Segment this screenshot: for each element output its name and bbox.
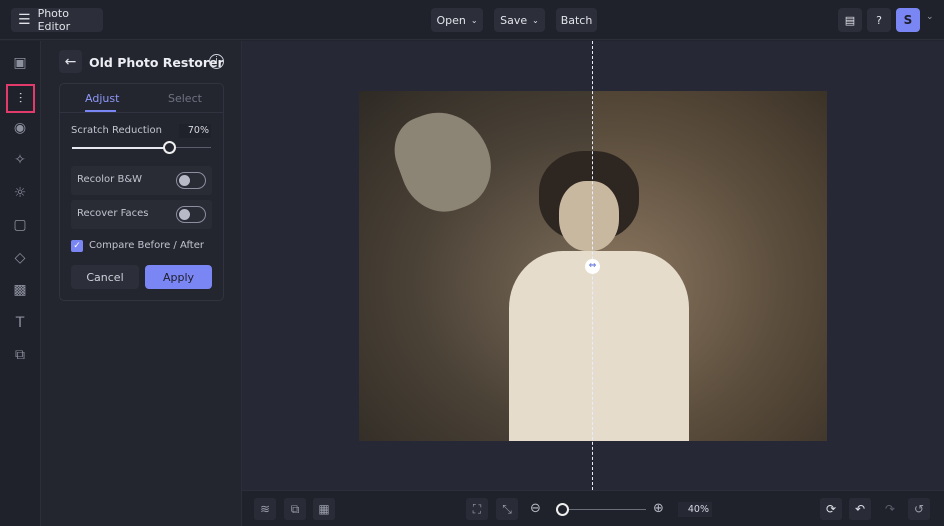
settings-card: Adjust Select Scratch Reduction 70% Reco… — [59, 83, 224, 301]
undo-icon[interactable]: ↶ — [849, 498, 871, 520]
reset-icon[interactable]: ⟳ — [820, 498, 842, 520]
tab-select[interactable]: Select — [168, 92, 202, 105]
zoom-value[interactable]: 40% — [678, 502, 712, 517]
overlay-icon[interactable]: ⧉ — [8, 343, 32, 367]
zoom-out-icon[interactable]: ⊖ — [530, 501, 541, 516]
history-icon[interactable]: ↺ — [908, 498, 930, 520]
recolor-label: Recolor B&W — [77, 174, 142, 185]
texture-icon[interactable]: ▩ — [8, 278, 32, 302]
avatar[interactable]: S — [896, 8, 920, 32]
fit-screen-icon[interactable]: ⛶ — [466, 498, 488, 520]
palette-icon[interactable]: ☼ — [8, 181, 32, 205]
info-icon[interactable]: i — [209, 54, 224, 69]
app-title: Photo Editor — [37, 7, 71, 33]
batch-button[interactable]: Batch — [556, 8, 597, 32]
canvas[interactable]: ⇔ — [242, 41, 944, 490]
chevron-down-icon: ⌄ — [470, 15, 478, 25]
scratch-slider[interactable] — [72, 141, 211, 154]
tool-rail: ▣ ⫶ ◉ ✧ ☼ ▢ ◇ ▩ T ⧉ — [0, 41, 41, 526]
redo-icon[interactable]: ↷ — [879, 498, 901, 520]
faces-label: Recover Faces — [77, 208, 149, 219]
frame-icon[interactable]: ▢ — [8, 213, 32, 237]
grid-icon[interactable]: ▦ — [313, 498, 335, 520]
zoom-slider[interactable] — [556, 503, 646, 516]
tool-panel: ← Old Photo Restorer i Adjust Select Scr… — [41, 41, 242, 526]
image-icon[interactable]: ▣ — [8, 51, 32, 75]
save-button[interactable]: Save ⌄ — [494, 8, 545, 32]
open-label: Open — [436, 13, 466, 27]
zoom-thumb[interactable] — [556, 503, 569, 516]
eye-icon[interactable]: ◉ — [8, 116, 32, 140]
feedback-icon[interactable]: ▤ — [838, 8, 862, 32]
adjust-sliders-icon[interactable]: ⫶ — [6, 84, 35, 113]
back-arrow-icon[interactable]: ← — [59, 50, 82, 73]
cancel-button[interactable]: Cancel — [71, 265, 139, 289]
scratch-value-input[interactable]: 70% — [179, 124, 211, 138]
text-icon[interactable]: T — [8, 311, 32, 335]
apply-button[interactable]: Apply — [145, 265, 212, 289]
hamburger-icon: ☰ — [18, 12, 31, 28]
faces-toggle[interactable] — [176, 206, 206, 223]
tab-underline — [85, 110, 116, 112]
recolor-row: Recolor B&W — [71, 166, 212, 195]
sparkle-icon[interactable]: ✧ — [8, 148, 32, 172]
compare-checkbox[interactable]: ✓ — [71, 240, 83, 252]
help-icon[interactable]: ? — [867, 8, 891, 32]
shapes-icon[interactable]: ◇ — [8, 246, 32, 270]
open-button[interactable]: Open ⌄ — [431, 8, 483, 32]
chevron-down-icon: ⌄ — [532, 15, 539, 25]
top-bar: ☰ Photo Editor Open ⌄ Save ⌄ Batch ▤ ? S ⌄ — [0, 0, 944, 40]
tab-adjust[interactable]: Adjust — [85, 92, 119, 105]
compare-label: Compare Before / After — [89, 240, 204, 251]
panel-title: Old Photo Restorer — [89, 55, 224, 70]
compare-icon[interactable]: ⧉ — [284, 498, 306, 520]
compare-handle-icon[interactable]: ⇔ — [585, 259, 600, 274]
scratch-label: Scratch Reduction — [71, 125, 163, 136]
chevron-down-icon[interactable]: ⌄ — [926, 12, 934, 22]
save-label: Save — [500, 13, 528, 27]
actual-size-icon[interactable]: ⤡ — [496, 498, 518, 520]
slider-thumb[interactable] — [163, 141, 177, 154]
layers-icon[interactable]: ≋ — [254, 498, 276, 520]
faces-row: Recover Faces — [71, 200, 212, 229]
recolor-toggle[interactable] — [176, 172, 206, 189]
zoom-in-icon[interactable]: ⊕ — [653, 501, 664, 516]
menu-button[interactable]: ☰ Photo Editor — [11, 7, 103, 33]
bottom-toolbar: ≋ ⧉ ▦ ⛶ ⤡ ⊖ ⊕ 40% ⟳ ↶ ↷ ↺ — [242, 490, 944, 526]
